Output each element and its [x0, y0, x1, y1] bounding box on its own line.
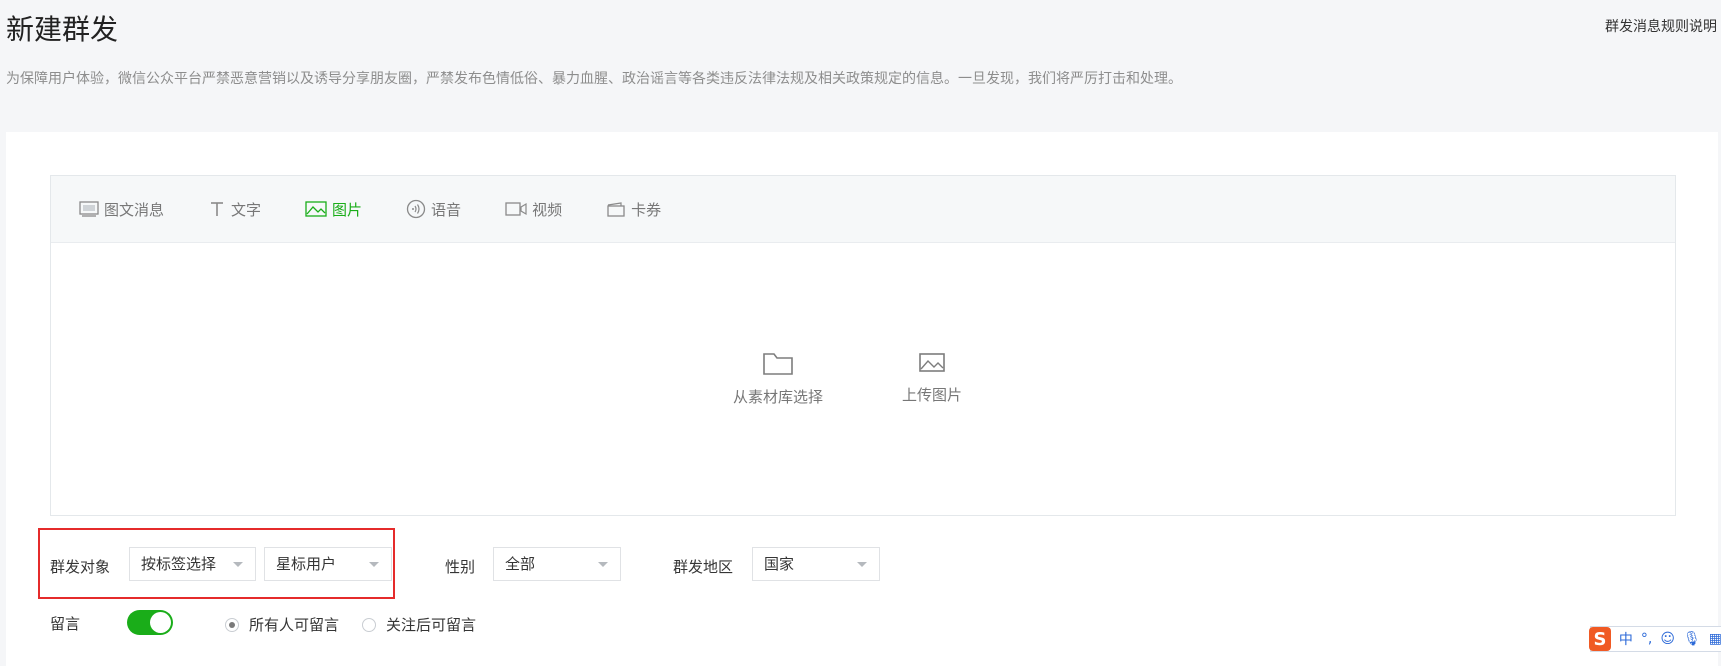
- tag-select-value: 星标用户: [276, 555, 337, 573]
- folder-icon: [763, 353, 793, 375]
- radio-label: 关注后可留言: [386, 616, 477, 634]
- rules-link[interactable]: 群发消息规则说明: [1605, 16, 1717, 36]
- chevron-down-icon: [369, 562, 379, 567]
- toggle-knob: [150, 612, 171, 633]
- image-icon: [919, 353, 945, 372]
- radio-label: 所有人可留言: [249, 616, 340, 634]
- region-select-value: 国家: [764, 555, 795, 573]
- tab-label: 视频: [532, 200, 563, 219]
- upload-image-button[interactable]: 上传图片: [867, 350, 997, 405]
- ime-toolbar[interactable]: S 中 °, ☺ 🎙 ▦: [1589, 626, 1721, 652]
- keyboard-icon[interactable]: ▦: [1709, 631, 1721, 647]
- tab-label: 卡券: [631, 200, 662, 219]
- sogou-logo: S: [1589, 627, 1611, 651]
- upload-area: 从素材库选择 上传图片: [51, 243, 1675, 515]
- tag-select[interactable]: 星标用户: [264, 547, 392, 581]
- video-icon: [505, 202, 527, 216]
- text-icon: [211, 202, 224, 216]
- page-title: 新建群发: [6, 13, 119, 46]
- gender-select[interactable]: 全部: [493, 547, 621, 581]
- chevron-down-icon: [857, 562, 867, 567]
- policy-notice: 为保障用户体验，微信公众平台严禁恶意营销以及诱导分享朋友圈，严禁发布色情低俗、暴…: [6, 71, 1182, 87]
- choose-from-library-label: 从素材库选择: [732, 388, 823, 406]
- news-icon: [79, 201, 99, 217]
- radio-dot: [362, 617, 376, 632]
- target-label: 群发对象: [50, 558, 111, 576]
- tab-label: 图文消息: [104, 200, 165, 219]
- image-icon: [305, 201, 327, 217]
- message-type-tabs: 图文消息 文字 图片 语音 视频 卡券: [51, 176, 1675, 243]
- tab-text[interactable]: 文字: [208, 199, 261, 220]
- tab-label: 图片: [332, 200, 363, 219]
- target-select[interactable]: 按标签选择: [129, 547, 256, 581]
- voice-icon: [406, 199, 426, 219]
- tab-news[interactable]: 图文消息: [79, 199, 164, 220]
- upload-image-label: 上传图片: [901, 386, 962, 404]
- card-icon: [607, 202, 625, 217]
- choose-from-library-button[interactable]: 从素材库选择: [713, 350, 843, 407]
- ime-lang[interactable]: 中: [1619, 629, 1633, 649]
- tab-label: 语音: [431, 200, 462, 219]
- gender-label: 性别: [445, 558, 476, 576]
- target-select-value: 按标签选择: [141, 555, 217, 573]
- mic-icon[interactable]: 🎙: [1683, 631, 1701, 647]
- chevron-down-icon: [598, 562, 608, 567]
- message-editor: 图文消息 文字 图片 语音 视频 卡券 从素材库选择 上传图片: [50, 175, 1676, 516]
- region-select[interactable]: 国家: [752, 547, 880, 581]
- tab-card[interactable]: 卡券: [606, 199, 661, 220]
- ime-punct[interactable]: °,: [1641, 631, 1652, 647]
- tab-video[interactable]: 视频: [505, 199, 562, 220]
- radio-dot: [225, 617, 239, 632]
- gender-select-value: 全部: [505, 555, 536, 573]
- comment-followers-radio[interactable]: 关注后可留言: [362, 614, 476, 635]
- comment-anyone-radio[interactable]: 所有人可留言: [225, 614, 339, 635]
- tab-label: 文字: [231, 200, 262, 219]
- comment-label: 留言: [50, 615, 81, 633]
- chevron-down-icon: [233, 562, 243, 567]
- tab-image[interactable]: 图片: [305, 199, 362, 220]
- tab-voice[interactable]: 语音: [406, 199, 461, 220]
- region-label: 群发地区: [673, 558, 734, 576]
- smiley-icon[interactable]: ☺: [1660, 631, 1675, 647]
- comment-toggle[interactable]: [127, 610, 173, 635]
